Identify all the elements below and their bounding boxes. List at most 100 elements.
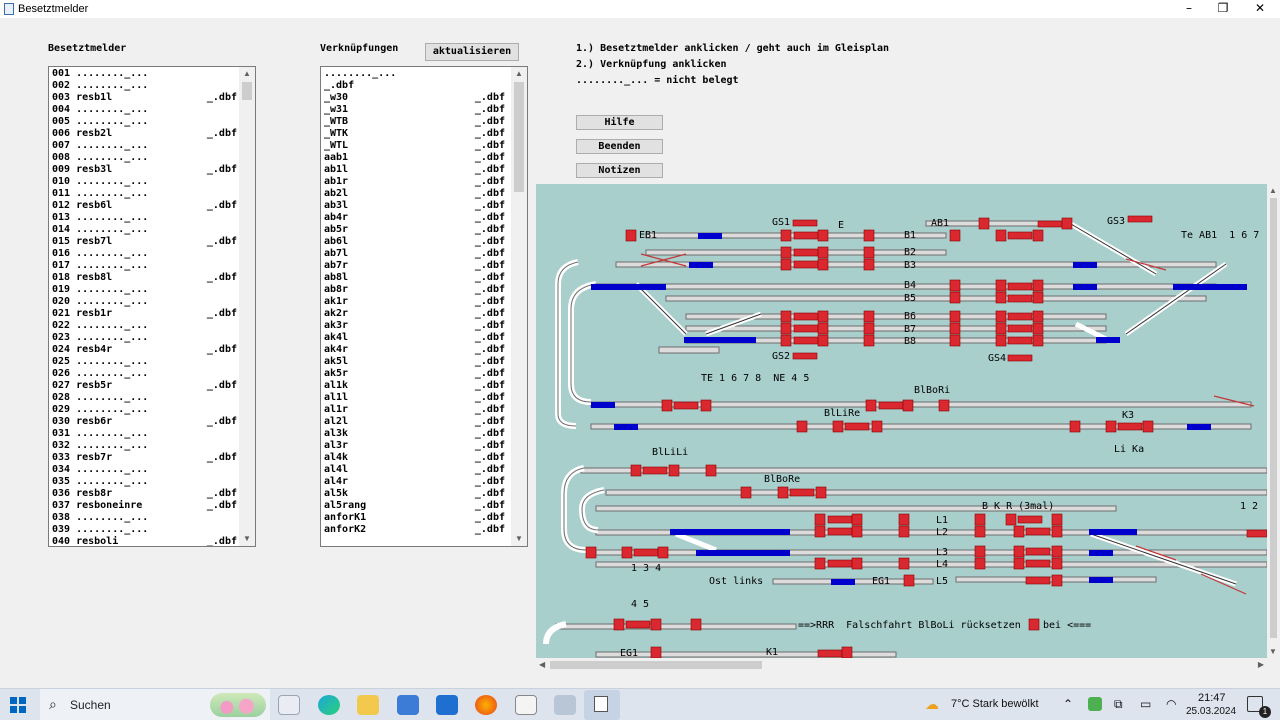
list-item[interactable]: 012 resb6l _.dbf — [52, 200, 237, 212]
scroll-up-icon[interactable]: ▲ — [511, 67, 527, 81]
list-item[interactable]: 003 resb1l _.dbf — [52, 92, 237, 104]
close-button[interactable]: ✕ — [1242, 0, 1278, 18]
list-item[interactable]: al4k _.dbf — [324, 452, 505, 464]
taskbar-search[interactable]: ⌕ Suchen — [40, 689, 270, 720]
list-item[interactable]: 030 resb6r _.dbf — [52, 416, 237, 428]
list-item[interactable]: _WTB _.dbf — [324, 116, 505, 128]
list-item[interactable]: ab6l _.dbf — [324, 236, 505, 248]
list-item[interactable]: 026 ........_... — [52, 368, 237, 380]
list-item[interactable]: 038 ........_... — [52, 512, 237, 524]
list-item[interactable]: al3k _.dbf — [324, 428, 505, 440]
list-item[interactable]: al3r _.dbf — [324, 440, 505, 452]
track-plan[interactable]: EB1 GS1 E AB1 GS3 Te AB1 1 6 7 B1 B2 B3 … — [536, 184, 1267, 658]
list-item[interactable]: 023 ........_... — [52, 332, 237, 344]
hilfe-button[interactable]: Hilfe — [576, 115, 663, 130]
list-item[interactable]: _WTL _.dbf — [324, 140, 505, 152]
list-item[interactable]: 009 resb3l _.dbf — [52, 164, 237, 176]
verknuepfungen-list[interactable]: ........_... _.dbf _w30 _.dbf _w31 _.dbf _WTB _… — [320, 66, 528, 547]
list-item[interactable]: 006 resb2l _.dbf — [52, 128, 237, 140]
wifi-icon[interactable]: ◠ — [1166, 697, 1176, 711]
list-item[interactable]: 011 ........_... — [52, 188, 237, 200]
list-item[interactable]: al4r _.dbf — [324, 476, 505, 488]
list-item[interactable]: _WTK _.dbf — [324, 128, 505, 140]
besetztmelder-list[interactable]: 001 ........_... 002 ........_... 003 resb… — [48, 66, 256, 547]
list-item[interactable]: 028 ........_... — [52, 392, 237, 404]
battery-icon[interactable]: ▭ — [1140, 697, 1151, 711]
list-item[interactable]: ab2l _.dbf — [324, 188, 505, 200]
list-item[interactable]: _.dbf — [324, 80, 505, 92]
list-item[interactable]: 005 ........_... — [52, 116, 237, 128]
list-item[interactable]: _w31 _.dbf — [324, 104, 505, 116]
list-item[interactable]: ab7l _.dbf — [324, 248, 505, 260]
list-item[interactable]: ab1r _.dbf — [324, 176, 505, 188]
clock-time[interactable]: 21:47 — [1198, 692, 1226, 704]
list-item[interactable]: ab1l _.dbf — [324, 164, 505, 176]
scroll-left-icon[interactable]: ◀ — [539, 660, 545, 669]
list-item[interactable]: 001 ........_... — [52, 68, 237, 80]
weather-text[interactable]: 7°C Stark bewölkt — [951, 698, 1039, 710]
scroll-thumb[interactable] — [550, 661, 762, 669]
list-item[interactable]: 018 resb8l _.dbf — [52, 272, 237, 284]
list-item[interactable]: 027 resb5r _.dbf — [52, 380, 237, 392]
list-item[interactable]: al5rang _.dbf — [324, 500, 505, 512]
list-item[interactable]: 007 ........_... — [52, 140, 237, 152]
list-item[interactable]: al1r _.dbf — [324, 404, 505, 416]
list-item[interactable]: anforK2 _.dbf — [324, 524, 505, 536]
file-explorer-icon[interactable] — [357, 695, 379, 715]
list-item[interactable]: 017 ........_... — [52, 260, 237, 272]
list-item[interactable]: ak5l _.dbf — [324, 356, 505, 368]
list-item[interactable]: 004 ........_... — [52, 104, 237, 116]
list-item[interactable]: 032 ........_... — [52, 440, 237, 452]
list-item[interactable]: 014 ........_... — [52, 224, 237, 236]
windows-start-icon[interactable] — [10, 697, 26, 713]
list-item[interactable]: ........_... — [324, 68, 505, 80]
app-tools-icon[interactable] — [554, 695, 576, 715]
list-item[interactable]: al4l _.dbf — [324, 464, 505, 476]
minimize-button[interactable]: – — [1171, 0, 1207, 18]
list-item[interactable]: 025 ........_... — [52, 356, 237, 368]
list-item[interactable]: ak3r _.dbf — [324, 320, 505, 332]
beenden-button[interactable]: Beenden — [576, 139, 663, 154]
list-item[interactable]: _w30 _.dbf — [324, 92, 505, 104]
list-item[interactable]: ak4l _.dbf — [324, 332, 505, 344]
list-item[interactable]: 040 resboli _.dbf — [52, 536, 237, 546]
list-item[interactable]: 035 ........_... — [52, 476, 237, 488]
firefox-icon[interactable] — [475, 695, 497, 715]
edge-browser-icon[interactable] — [318, 695, 340, 715]
list-item[interactable]: ab4r _.dbf — [324, 212, 505, 224]
clock-date[interactable]: 25.03.2024 — [1186, 706, 1236, 717]
list-item[interactable]: 019 ........_... — [52, 284, 237, 296]
scroll-thumb[interactable] — [514, 82, 524, 192]
scroll-right-icon[interactable]: ▶ — [1258, 660, 1264, 669]
list-item[interactable]: 036 resb8r _.dbf — [52, 488, 237, 500]
list-item[interactable]: 034 ........_... — [52, 464, 237, 476]
list-item[interactable]: 033 resb7r _.dbf — [52, 452, 237, 464]
list-item[interactable]: al5k _.dbf — [324, 488, 505, 500]
list-item[interactable]: 024 resb4r _.dbf — [52, 344, 237, 356]
list-item[interactable]: aab1 _.dbf — [324, 152, 505, 164]
microsoft-store-icon[interactable] — [397, 695, 419, 715]
list-item[interactable]: 022 ........_... — [52, 320, 237, 332]
list-item[interactable]: 002 ........_... — [52, 80, 237, 92]
list-item[interactable]: al2l _.dbf — [324, 416, 505, 428]
track-plan-hscroll[interactable]: ◀ ▶ — [536, 658, 1267, 672]
notizen-button[interactable]: Notizen — [576, 163, 663, 178]
verknuepfungen-scrollbar[interactable]: ▲ ▼ — [511, 67, 527, 546]
besetztmelder-scrollbar[interactable]: ▲ ▼ — [239, 67, 255, 546]
list-item[interactable]: 008 ........_... — [52, 152, 237, 164]
track-plan-vscroll[interactable]: ▲ ▼ — [1267, 184, 1280, 658]
maximize-button[interactable]: ❐ — [1205, 0, 1241, 18]
list-item[interactable]: ab7r _.dbf — [324, 260, 505, 272]
scroll-up-icon[interactable]: ▲ — [239, 67, 255, 81]
scroll-up-icon[interactable]: ▲ — [1269, 186, 1277, 195]
list-item[interactable]: 021 resb1r _.dbf — [52, 308, 237, 320]
scroll-down-icon[interactable]: ▼ — [511, 532, 527, 546]
list-item[interactable]: ak5r _.dbf — [324, 368, 505, 380]
task-view-icon[interactable] — [278, 695, 300, 715]
scroll-down-icon[interactable]: ▼ — [239, 532, 255, 546]
besetztmelder-taskbar-icon[interactable] — [584, 690, 620, 720]
scroll-thumb[interactable] — [242, 82, 252, 100]
list-item[interactable]: anforK1 _.dbf — [324, 512, 505, 524]
chevron-up-icon[interactable]: ⌃ — [1063, 697, 1073, 711]
list-item[interactable]: 037 resboneinre _.dbf — [52, 500, 237, 512]
